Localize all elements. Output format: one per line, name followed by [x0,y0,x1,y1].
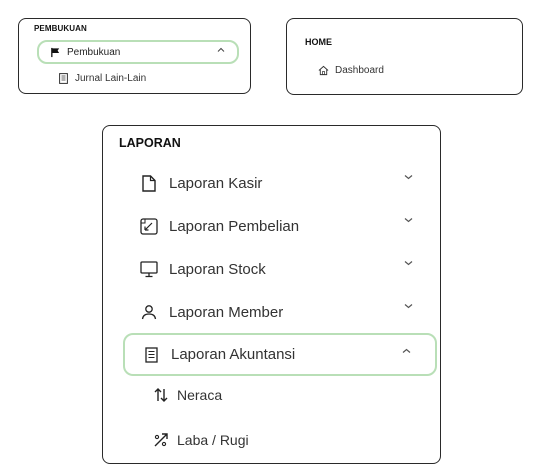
chevron-up-icon [217,47,225,53]
sidebar-item-laporan-pembelian[interactable]: Laporan Pembelian [123,206,437,246]
laporan-section-title: LAPORAN [119,136,181,150]
pembukuan-panel: PEMBUKUAN Pembukuan Jurnal Lain-Lain [18,18,251,94]
chevron-down-icon [404,303,413,309]
sidebar-item-label: Laporan Stock [169,260,266,278]
sidebar-item-laporan-akuntansi[interactable]: Laporan Akuntansi [123,333,437,376]
chevron-down-icon [404,260,413,266]
percent-arrow-icon [153,432,169,448]
document-icon [57,73,69,84]
laporan-panel: LAPORAN Laporan Kasir Laporan Pembelian … [102,125,441,464]
sidebar-item-label: Laporan Pembelian [169,217,300,235]
sidebar-item-pembukuan[interactable]: Pembukuan [37,40,239,64]
home-panel: HOME Dashboard [286,18,523,95]
sidebar-item-label: Pembukuan [67,46,121,58]
chevron-down-icon [404,217,413,223]
sidebar-subitem-label: Jurnal Lain-Lain [75,73,147,84]
sidebar-subitem-jurnal-lain-lain[interactable]: Jurnal Lain-Lain [57,73,146,84]
sidebar-item-label: Laporan Akuntansi [171,346,296,363]
sidebar-subitem-laba-rugi[interactable]: Laba / Rugi [153,432,249,448]
sidebar-item-laporan-member[interactable]: Laporan Member [123,292,437,332]
receipt-icon [139,217,159,235]
sidebar-item-label: Laporan Member [169,303,284,321]
sidebar-item-dashboard[interactable]: Dashboard [317,65,384,76]
chevron-down-icon [404,174,413,180]
file-icon [139,174,159,192]
sidebar-item-label: Dashboard [335,65,384,76]
sidebar-item-laporan-kasir[interactable]: Laporan Kasir [123,163,437,203]
up-down-arrows-icon [153,387,169,403]
pembukuan-section-title: PEMBUKUAN [34,24,87,33]
home-section-title: HOME [305,37,332,47]
ledger-icon [141,346,161,363]
sidebar-subitem-neraca[interactable]: Neraca [153,387,222,403]
sidebar-item-label: Laporan Kasir [169,174,263,192]
flag-icon [49,47,61,58]
sidebar-subitem-label: Laba / Rugi [177,432,249,448]
chevron-up-icon [402,348,411,354]
user-icon [139,304,159,320]
sidebar-subitem-label: Neraca [177,387,223,403]
sidebar-item-laporan-stock[interactable]: Laporan Stock [123,249,437,289]
home-icon [317,65,329,76]
monitor-icon [139,260,159,278]
